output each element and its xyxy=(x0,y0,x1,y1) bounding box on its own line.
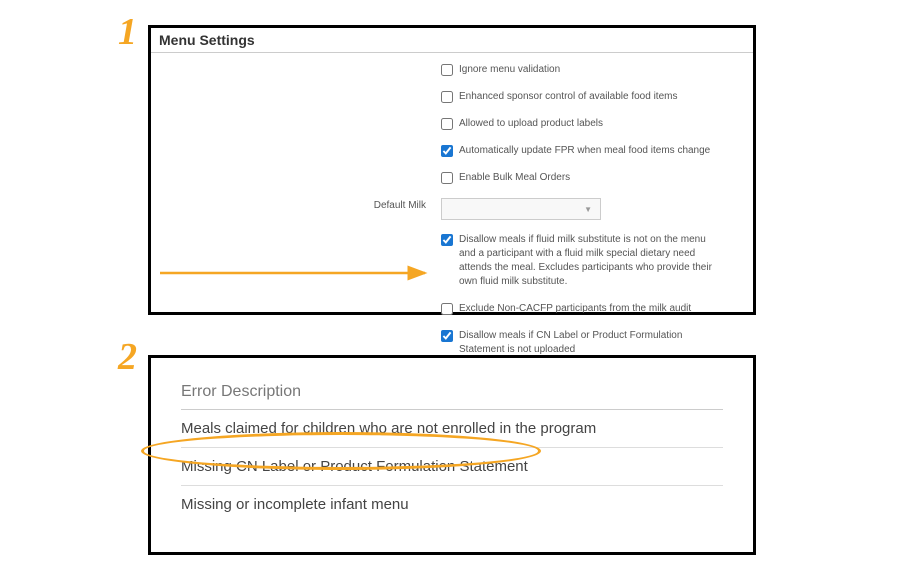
enhanced-sponsor-label: Enhanced sponsor control of available fo… xyxy=(459,90,677,104)
default-milk-select[interactable] xyxy=(441,198,601,220)
default-milk-label: Default Milk xyxy=(171,198,441,211)
setting-row-enhanced-sponsor: Enhanced sponsor control of available fo… xyxy=(171,90,733,104)
allowed-upload-label: Allowed to upload product labels xyxy=(459,117,603,131)
setting-row-disallow-cn-label: Disallow meals if CN Label or Product Fo… xyxy=(171,329,733,357)
setting-row-enable-bulk: Enable Bulk Meal Orders xyxy=(171,171,733,185)
ignore-validation-label: Ignore menu validation xyxy=(459,63,560,77)
error-description-panel: Error Description Meals claimed for chil… xyxy=(148,355,756,555)
setting-row-exclude-non-cacfp: Exclude Non-CACFP participants from the … xyxy=(171,302,733,316)
error-description-title: Error Description xyxy=(181,383,723,410)
annotation-two: 2 xyxy=(118,335,137,379)
disallow-fluid-milk-checkbox[interactable] xyxy=(441,234,453,246)
settings-body: Ignore menu validation Enhanced sponsor … xyxy=(151,53,753,380)
disallow-fluid-milk-label: Disallow meals if fluid milk substitute … xyxy=(459,233,719,289)
error-item-incomplete-infant: Missing or incomplete infant menu xyxy=(181,486,723,523)
exclude-non-cacfp-checkbox[interactable] xyxy=(441,303,453,315)
setting-row-default-milk: Default Milk xyxy=(171,198,733,220)
setting-row-ignore-validation: Ignore menu validation xyxy=(171,63,733,77)
auto-update-fpr-label: Automatically update FPR when meal food … xyxy=(459,144,710,158)
ignore-validation-checkbox[interactable] xyxy=(441,64,453,76)
enable-bulk-checkbox[interactable] xyxy=(441,172,453,184)
arrow-icon xyxy=(160,263,440,293)
setting-row-allowed-upload: Allowed to upload product labels xyxy=(171,117,733,131)
error-item-missing-cn-label: Missing CN Label or Product Formulation … xyxy=(181,448,723,486)
allowed-upload-checkbox[interactable] xyxy=(441,118,453,130)
auto-update-fpr-checkbox[interactable] xyxy=(441,145,453,157)
setting-row-auto-update-fpr: Automatically update FPR when meal food … xyxy=(171,144,733,158)
exclude-non-cacfp-label: Exclude Non-CACFP participants from the … xyxy=(459,302,691,316)
panel-title: Menu Settings xyxy=(151,28,753,53)
enhanced-sponsor-checkbox[interactable] xyxy=(441,91,453,103)
disallow-cn-label-checkbox[interactable] xyxy=(441,330,453,342)
error-item-not-enrolled: Meals claimed for children who are not e… xyxy=(181,410,723,448)
enable-bulk-label: Enable Bulk Meal Orders xyxy=(459,171,570,185)
disallow-cn-label-text: Disallow meals if CN Label or Product Fo… xyxy=(459,329,719,357)
annotation-one: 1 xyxy=(118,10,137,54)
